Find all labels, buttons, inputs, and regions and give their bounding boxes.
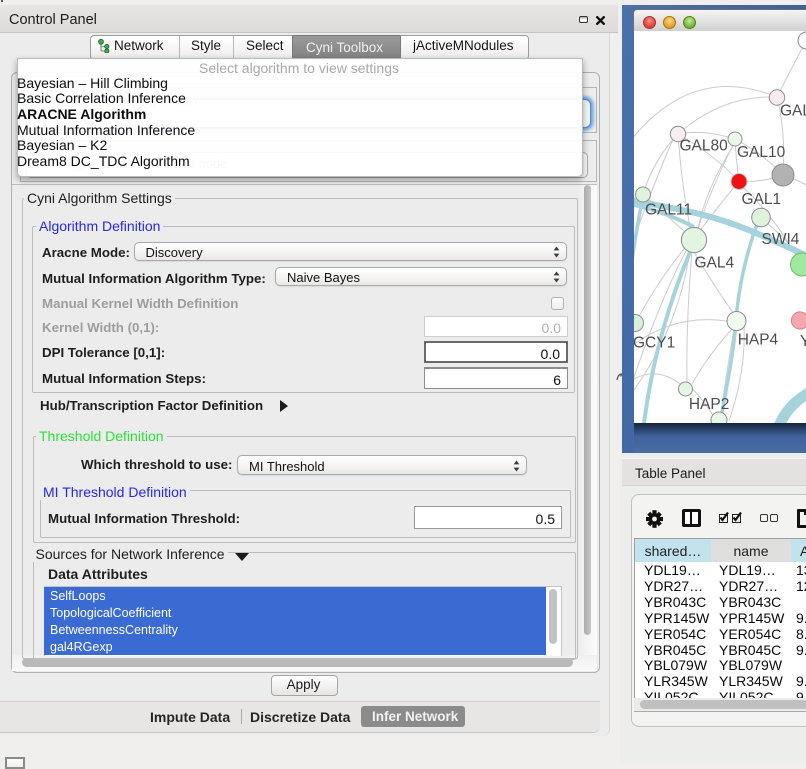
svg-text:GAL4: GAL4 <box>695 255 735 272</box>
svg-text:GAL10: GAL10 <box>737 144 786 161</box>
svg-text:HAP4: HAP4 <box>738 331 779 348</box>
svg-text:GAL80: GAL80 <box>680 138 729 155</box>
svg-text:SWI4: SWI4 <box>762 231 800 248</box>
svg-text:GAL11: GAL11 <box>645 202 692 219</box>
svg-text:GAL7: GAL7 <box>780 103 806 120</box>
svg-text:GCY1: GCY1 <box>634 335 675 352</box>
svg-text:HAP2: HAP2 <box>689 396 730 413</box>
svg-text:GAL1: GAL1 <box>742 191 782 208</box>
svg-text:Y: Y <box>800 333 806 350</box>
